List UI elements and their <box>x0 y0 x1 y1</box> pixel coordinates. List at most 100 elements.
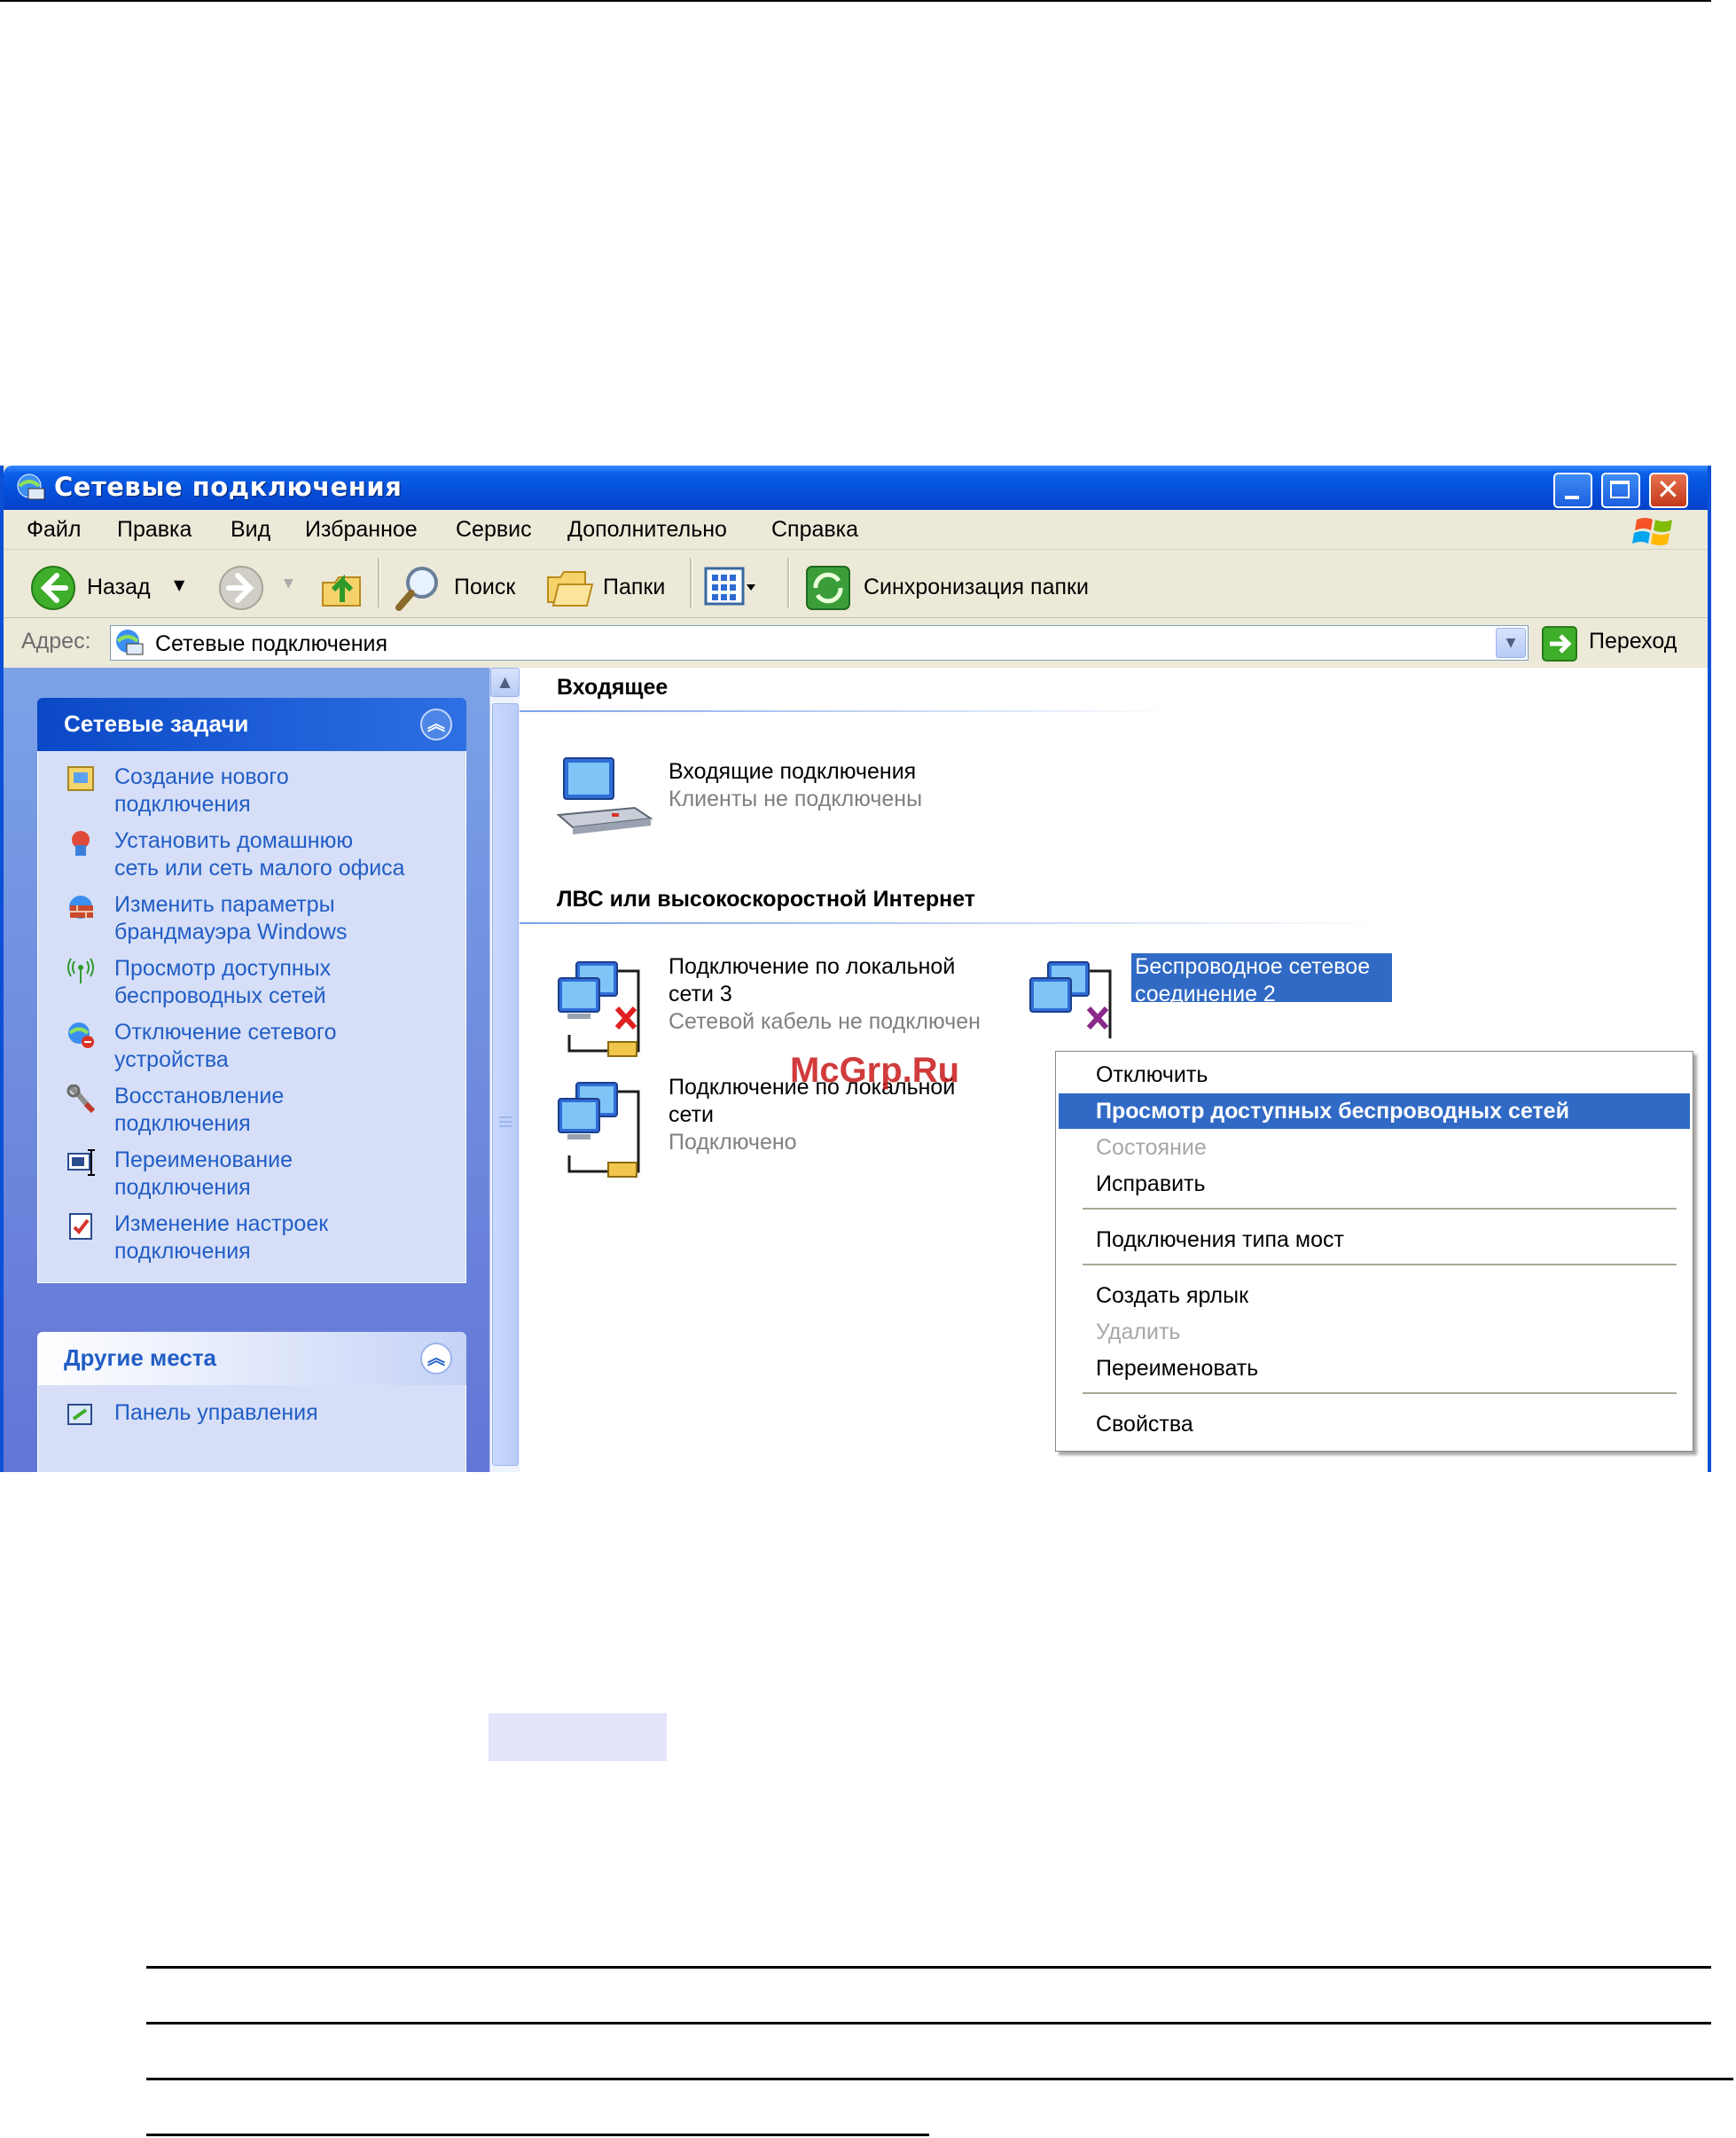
maximize-button[interactable] <box>1601 473 1640 508</box>
context-menu-item[interactable]: Свойства <box>1059 1406 1690 1442</box>
address-dropdown-icon[interactable]: ▼ <box>1496 628 1526 658</box>
item-name: Подключение по локальной сети 3 <box>669 954 956 1006</box>
control-panel-icon <box>67 1404 92 1425</box>
item-status: Клиенты не подключены <box>669 787 923 811</box>
windows-logo-icon <box>1632 518 1672 545</box>
minimize-button[interactable] <box>1553 473 1592 508</box>
task-item[interactable]: Изменить параметры брандмауэра Windows <box>38 891 467 946</box>
task-pane: Сетевые задачи ︽ Создание нового подключ… <box>4 668 518 1472</box>
menu-view[interactable]: Вид <box>231 517 270 543</box>
context-menu-item-disabled: Удалить <box>1096 1320 1181 1344</box>
search-label[interactable]: Поиск <box>454 575 515 600</box>
back-dropdown-icon[interactable]: ▼ <box>174 576 184 593</box>
menu-tools[interactable]: Сервис <box>456 517 532 543</box>
address-field[interactable]: Сетевые подключения ▼ <box>110 625 1529 661</box>
title-bar[interactable]: Сетевые подключения ✕ <box>4 466 1708 510</box>
context-menu-item-disabled: Состояние <box>1096 1135 1207 1160</box>
context-menu: Отключить Просмотр доступных беспроводны… <box>1055 1051 1693 1452</box>
page-top-rule <box>0 0 1711 2</box>
context-menu-item[interactable]: Создать ярлык <box>1059 1278 1690 1313</box>
context-menu-separator <box>1083 1208 1677 1210</box>
vertical-scrollbar[interactable]: ▲ <box>489 668 520 1472</box>
task-item[interactable]: Изменение настроек подключения <box>38 1210 467 1265</box>
context-menu-separator <box>1083 1264 1677 1266</box>
highlight-box <box>489 1713 667 1761</box>
task-label[interactable]: Восстановление подключения <box>114 1083 460 1138</box>
task-label[interactable]: Панель управления <box>114 1399 460 1427</box>
scroll-up-button[interactable]: ▲ <box>490 668 520 697</box>
back-button[interactable] <box>30 565 80 610</box>
task-label[interactable]: Изменить параметры брандмауэра Windows <box>114 891 460 946</box>
network-tasks-title: Сетевые задачи <box>64 710 249 737</box>
views-icon[interactable] <box>704 567 757 607</box>
task-item[interactable]: Отключение сетевого устройства <box>38 1019 467 1074</box>
sync-label[interactable]: Синхронизация папки <box>864 575 1089 600</box>
toolbar-separator <box>378 558 380 607</box>
task-label[interactable]: Создание нового подключения <box>114 764 460 818</box>
menu-advanced[interactable]: Дополнительно <box>567 517 727 543</box>
network-globe-icon <box>116 630 144 655</box>
go-arrow-icon[interactable] <box>1541 625 1578 662</box>
network-tasks-body: Создание нового подключения Установить д… <box>37 751 466 1283</box>
context-menu-item[interactable]: Отключить <box>1059 1057 1690 1092</box>
task-item[interactable]: Панель управления <box>38 1399 467 1435</box>
task-label[interactable]: Отключение сетевого устройства <box>114 1019 460 1074</box>
group-divider <box>520 710 1176 712</box>
task-label[interactable]: Установить домашнюю сеть или сеть малого… <box>114 827 460 882</box>
fill-in-line <box>146 2022 1711 2024</box>
incoming-connections-item[interactable]: Входящие подключения Клиенты не подключе… <box>555 748 1043 845</box>
fill-in-line <box>146 2134 929 2136</box>
task-item[interactable]: Установить домашнюю сеть или сеть малого… <box>38 827 467 882</box>
forward-dropdown-icon[interactable]: ▼ <box>284 576 293 591</box>
collapse-chevron-icon[interactable]: ︽ <box>420 1343 452 1374</box>
task-item[interactable]: Просмотр доступных беспроводных сетей <box>38 955 467 1010</box>
collapse-chevron-icon[interactable]: ︽ <box>420 709 452 740</box>
scroll-thumb[interactable] <box>492 703 519 1466</box>
menu-favorites[interactable]: Избранное <box>305 517 418 543</box>
context-menu-item[interactable]: Подключения типа мост <box>1059 1222 1690 1257</box>
task-item[interactable]: Восстановление подключения <box>38 1083 467 1138</box>
go-label[interactable]: Переход <box>1589 629 1677 654</box>
folders-label[interactable]: Папки <box>603 575 665 600</box>
window-title: Сетевые подключения <box>54 472 403 502</box>
task-item[interactable]: Создание нового подключения <box>38 764 467 818</box>
lan-connection-item[interactable]: Подключение по локальной сети Подключено <box>555 1074 1034 1189</box>
menu-edit[interactable]: Правка <box>117 517 192 543</box>
toolbar-separator <box>690 558 692 607</box>
group-title-lan: ЛВС или высокоскоростной Интернет <box>557 887 976 912</box>
up-folder-icon[interactable] <box>319 565 365 611</box>
new-connection-icon <box>67 766 94 791</box>
search-icon[interactable] <box>394 563 443 613</box>
close-button[interactable]: ✕ <box>1649 473 1688 508</box>
item-name-selected: Беспроводное сетевое соединение 2 <box>1131 953 1392 1002</box>
watermark-text: McGrp.Ru <box>790 1051 960 1090</box>
group-title-incoming: Входящее <box>557 675 669 700</box>
task-label[interactable]: Переименование подключения <box>114 1147 460 1202</box>
context-menu-item[interactable]: Переименовать <box>1059 1351 1690 1386</box>
repair-icon <box>66 1085 95 1113</box>
back-arrow-icon <box>31 566 75 610</box>
network-tasks-header[interactable]: Сетевые задачи ︽ <box>37 698 466 751</box>
other-places-body: Панель управления <box>37 1385 466 1472</box>
lan-connection-icon <box>558 1082 640 1178</box>
close-icon: ✕ <box>1656 473 1680 506</box>
other-places-header[interactable]: Другие места ︽ <box>37 1332 466 1385</box>
incoming-connection-icon <box>556 757 653 834</box>
home-network-icon <box>72 831 90 856</box>
menu-help[interactable]: Справка <box>771 517 858 543</box>
address-label: Адрес: <box>21 629 91 654</box>
context-menu-item[interactable]: Исправить <box>1059 1166 1690 1202</box>
menu-file[interactable]: Файл <box>27 517 81 543</box>
item-status: Сетевой кабель не подключен <box>669 1009 981 1034</box>
back-label[interactable]: Назад <box>87 575 151 600</box>
task-item[interactable]: Переименование подключения <box>38 1147 467 1202</box>
network-globe-icon <box>17 474 45 500</box>
context-menu-item-highlighted[interactable]: Просмотр доступных беспроводных сетей <box>1059 1093 1690 1129</box>
forward-arrow-icon[interactable] <box>216 565 266 611</box>
folders-icon[interactable] <box>544 565 596 611</box>
task-label[interactable]: Просмотр доступных беспроводных сетей <box>114 955 460 1010</box>
firewall-icon <box>69 896 93 919</box>
task-label[interactable]: Изменение настроек подключения <box>114 1210 460 1265</box>
sync-icon[interactable] <box>803 563 853 613</box>
lan-connection-icon <box>558 961 640 1057</box>
